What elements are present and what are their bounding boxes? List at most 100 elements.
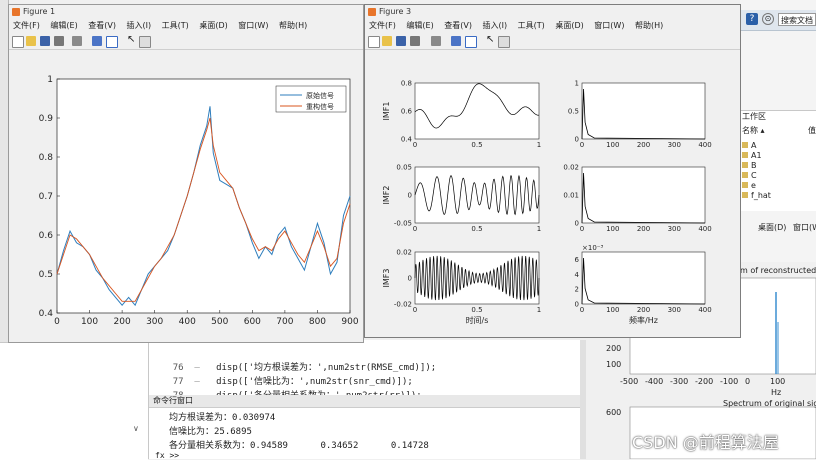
open-icon[interactable]: [382, 36, 392, 46]
x-tick-label: 1: [537, 225, 541, 233]
spectrum-x-tick-label: -500: [620, 377, 639, 386]
property-editor-icon[interactable]: [498, 36, 510, 48]
x-tick-label: 0: [580, 306, 584, 314]
variable-icon: [742, 142, 748, 148]
save-icon[interactable]: [40, 36, 50, 46]
y-tick-label: 0.8: [401, 80, 412, 88]
workspace-variable[interactable]: e: [742, 181, 756, 190]
print-icon[interactable]: [410, 36, 420, 46]
output-line: 各分量相关系数为：0.94589 0.34652 0.14728: [169, 441, 429, 451]
legend-icon[interactable]: [465, 36, 477, 48]
y-tick-label: 0.4: [401, 136, 413, 144]
y-tick-label: 0.01: [563, 192, 579, 200]
tab-window[interactable]: 窗口(W): [793, 223, 816, 232]
x-tick-label: 300: [668, 141, 681, 149]
command-window[interactable]: 命令行窗口 均方根误差为：0.030974 信噪比为：25.6895 各分量相关…: [148, 395, 585, 460]
property-editor-icon[interactable]: [139, 36, 151, 48]
x-tick-label: 0.5: [471, 225, 482, 233]
y-tick-label: -0.02: [394, 301, 412, 309]
menu-view[interactable]: 查看(V): [88, 21, 116, 30]
x-tick-label: 1: [537, 141, 541, 149]
subplot-4-axes: [581, 166, 706, 224]
legend: 原始信号重构信号: [275, 85, 347, 113]
current-folder-panel: [0, 342, 148, 460]
y-tick-label: 0.05: [396, 164, 412, 172]
menu-window[interactable]: 窗口(W): [238, 21, 268, 30]
variable-name: C: [751, 171, 757, 180]
menu-help[interactable]: 帮助(H): [635, 21, 663, 30]
figure3-chart[interactable]: 0 0.5 10.40.60.8IMF10 100 200 300 40000.510 0.5…: [365, 49, 740, 337]
print-icon[interactable]: [54, 36, 64, 46]
variable-name: A: [751, 141, 757, 150]
workspace-header-value[interactable]: 值: [808, 125, 816, 136]
colorbar-icon[interactable]: [92, 36, 102, 46]
figure3-titlebar[interactable]: Figure 3: [365, 5, 740, 19]
save-icon[interactable]: [396, 36, 406, 46]
new-figure-icon[interactable]: [12, 36, 24, 48]
y-tick-label: 1: [47, 75, 53, 85]
spectrum-xlabel: Hz: [771, 388, 782, 397]
folder-collapse-chevron-icon[interactable]: ∨: [133, 424, 139, 433]
x-tick-label: 200: [637, 225, 650, 233]
x-axis-label: 时间/s: [466, 315, 489, 325]
colorbar-icon[interactable]: [451, 36, 461, 46]
figure1-window[interactable]: Figure 1 文件(F) 编辑(E) 查看(V) 插入(I) 工具(T) 桌…: [8, 4, 364, 343]
menu-file[interactable]: 文件(F): [13, 21, 40, 30]
workspace-variable[interactable]: f_hat: [742, 191, 771, 200]
figure3-window[interactable]: Figure 3 文件(F) 编辑(E) 查看(V) 插入(I) 工具(T) 桌…: [364, 4, 741, 338]
x-tick-label: 0: [413, 225, 417, 233]
help-icon[interactable]: ?: [746, 13, 758, 25]
workspace-variable[interactable]: A: [742, 141, 756, 150]
tab-desktop[interactable]: 桌面(D): [758, 223, 786, 232]
figure1-titlebar[interactable]: Figure 1: [9, 5, 363, 19]
y-tick-label: 4: [575, 271, 580, 279]
menu-tools[interactable]: 工具(T): [518, 21, 545, 30]
figure1-chart[interactable]: 0 100 200 300 400 500 600 700 800 900 0.4 0.5 0.6 0.7…: [9, 51, 363, 341]
spectrum-x-tick-label: -400: [645, 377, 664, 386]
menu-edit[interactable]: 编辑(E): [50, 21, 77, 30]
workspace-variable[interactable]: C: [742, 171, 757, 180]
menu-file[interactable]: 文件(F): [369, 21, 396, 30]
variable-icon: [742, 162, 748, 168]
y-tick-label: 2: [575, 286, 579, 294]
dock-icon[interactable]: [431, 36, 441, 46]
open-icon[interactable]: [26, 36, 36, 46]
workspace-header-name[interactable]: 名称 ▴: [742, 125, 765, 136]
dock-icon[interactable]: [72, 36, 82, 46]
spectrum-y-tick-label: 100: [606, 360, 622, 369]
y-tick-label: 1: [575, 80, 579, 88]
workspace-variable[interactable]: B: [742, 161, 757, 170]
new-figure-icon[interactable]: [368, 36, 380, 48]
x-tick-label: 500: [211, 317, 228, 327]
legend-icon[interactable]: [106, 36, 118, 48]
menu-desktop[interactable]: 桌面(D): [199, 21, 227, 30]
variable-name: f_hat: [751, 191, 771, 200]
expand-icon[interactable]: ⊙: [762, 13, 774, 25]
search-docs-input[interactable]: 搜索文档: [778, 13, 816, 26]
menu-edit[interactable]: 编辑(E): [406, 21, 433, 30]
menu-insert[interactable]: 插入(I): [483, 21, 508, 30]
variable-icon: [742, 182, 748, 188]
menu-tools[interactable]: 工具(T): [162, 21, 189, 30]
variable-icon: [742, 172, 748, 178]
spectrum-x-tick-label: 0: [745, 377, 751, 386]
pointer-icon[interactable]: ↖: [127, 34, 135, 45]
menu-window[interactable]: 窗口(W): [594, 21, 624, 30]
legend-label: 原始信号: [306, 91, 334, 100]
subplot-6-axes: [581, 251, 706, 305]
pointer-icon[interactable]: ↖: [486, 34, 494, 45]
x-tick-label: 0.5: [471, 141, 482, 149]
workspace-panel: 工作区 名称 ▴ 值 A A1 B Ce f_hat: [740, 110, 816, 211]
x-tick-label: 100: [606, 306, 619, 314]
menu-insert[interactable]: 插入(I): [127, 21, 152, 30]
x-tick-label: 400: [698, 225, 711, 233]
menu-help[interactable]: 帮助(H): [279, 21, 307, 30]
x-tick-label: 0: [54, 317, 60, 327]
workspace-variable[interactable]: A1: [742, 151, 762, 160]
figure3-title: Figure 3: [379, 7, 412, 16]
figure1-menubar: 文件(F) 编辑(E) 查看(V) 插入(I) 工具(T) 桌面(D) 窗口(W…: [9, 19, 363, 33]
menu-view[interactable]: 查看(V): [444, 21, 472, 30]
workspace-title: 工作区: [742, 112, 766, 121]
menu-desktop[interactable]: 桌面(D): [555, 21, 583, 30]
y-tick-label: 0.02: [563, 164, 579, 172]
